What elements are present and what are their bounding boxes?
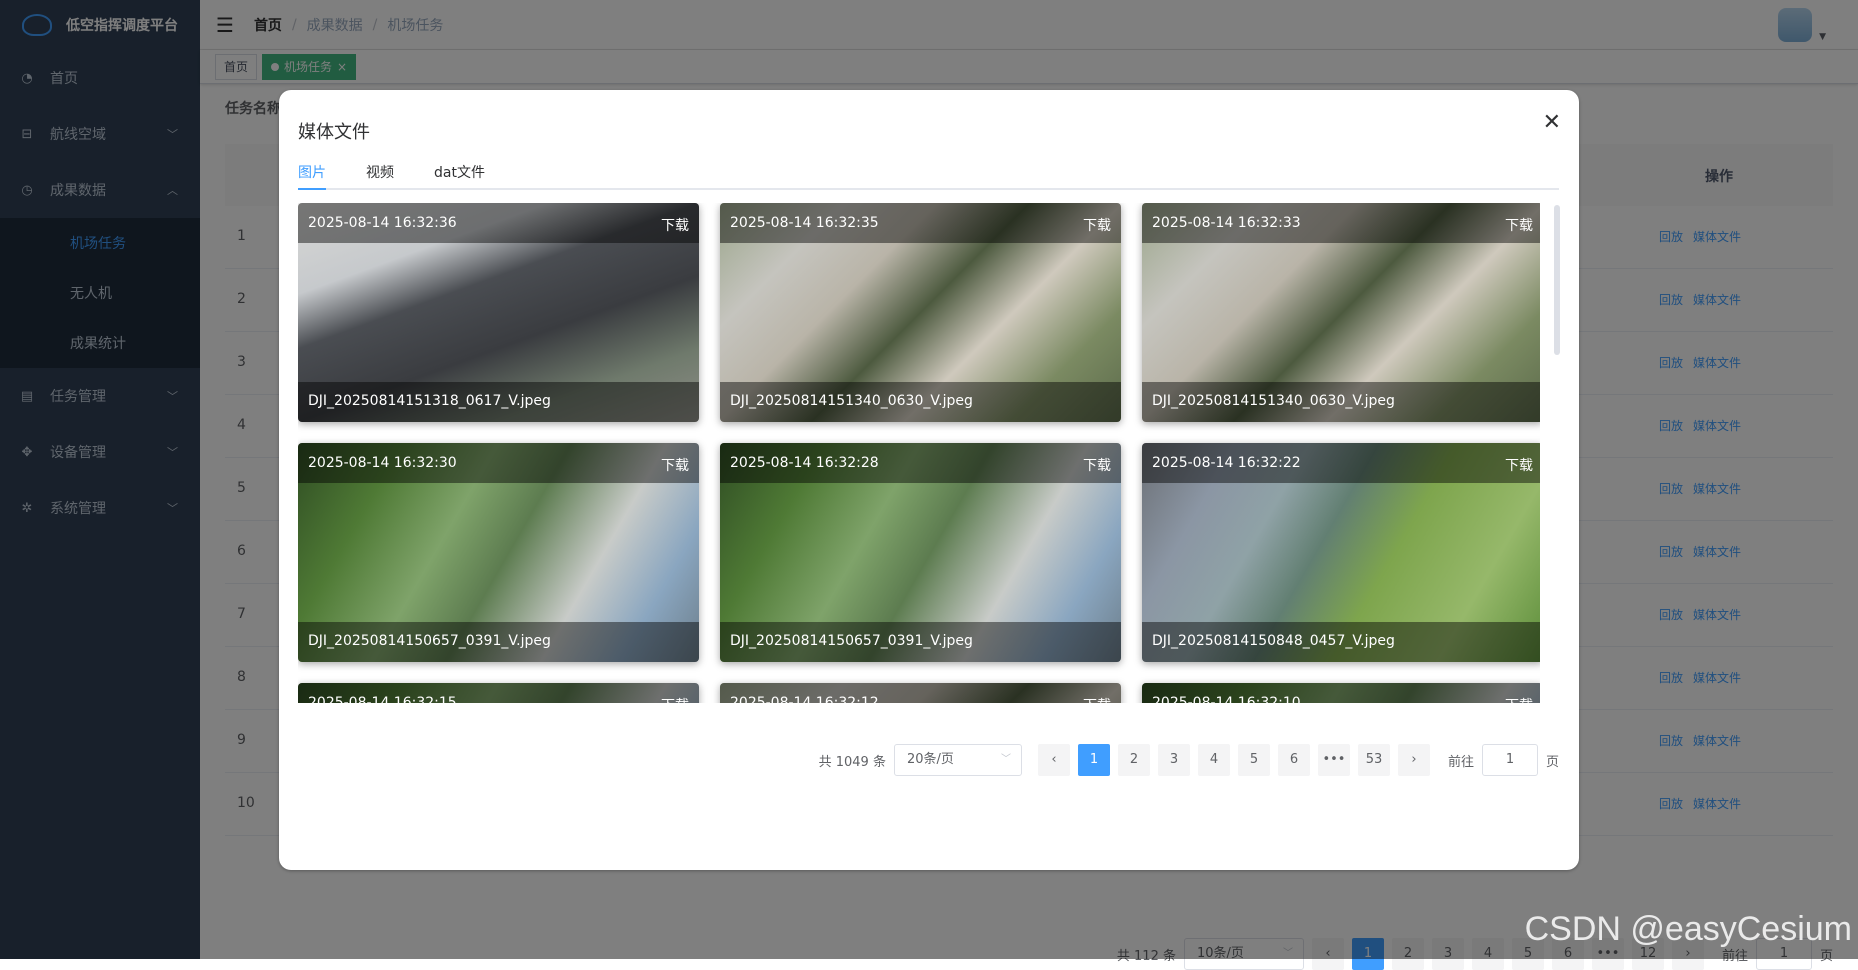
page-button[interactable]: 1 bbox=[1078, 744, 1110, 776]
page-button[interactable]: 6 bbox=[1278, 744, 1310, 776]
media-card[interactable]: 2025-08-14 16:32:33 下载 DJI_20250814151340_… bbox=[1142, 203, 1540, 422]
page-button[interactable]: 3 bbox=[1158, 744, 1190, 776]
card-header: 2025-08-14 16:32:36 bbox=[298, 203, 699, 243]
tab-videos[interactable]: 视频 bbox=[366, 162, 394, 182]
chevron-down-icon: ﹀ bbox=[1001, 745, 1011, 775]
pagination-total: 共 1049 条 bbox=[819, 751, 886, 770]
file-name: DJI_20250814151318_0617_V.jpeg bbox=[308, 393, 551, 409]
card-footer: DJI_20250814151340_0630_V.jpeg bbox=[720, 382, 1121, 422]
capture-time: 2025-08-14 16:32:10 bbox=[1152, 695, 1301, 703]
card-header: 2025-08-14 16:32:28 bbox=[720, 443, 1121, 483]
scrollbar[interactable] bbox=[1554, 205, 1560, 355]
card-header: 2025-08-14 16:32:22 bbox=[1142, 443, 1540, 483]
goto-page-input[interactable]: 1 bbox=[1482, 744, 1538, 776]
page-button[interactable]: 2 bbox=[1118, 744, 1150, 776]
page-size-select[interactable]: 20条/页 ﹀ bbox=[894, 744, 1022, 776]
card-footer: DJI_20250814150657_0391_V.jpeg bbox=[720, 622, 1121, 662]
next-page-button[interactable]: › bbox=[1398, 744, 1430, 776]
download-button[interactable]: 下载 bbox=[1505, 215, 1533, 235]
prev-page-button[interactable]: ‹ bbox=[1038, 744, 1070, 776]
media-card[interactable]: 2025-08-14 16:32:28 下载 DJI_20250814150657_… bbox=[720, 443, 1121, 662]
download-button[interactable]: 下载 bbox=[1505, 455, 1533, 475]
card-footer: DJI_20250814150657_0391_V.jpeg bbox=[298, 622, 699, 662]
download-button[interactable]: 下载 bbox=[661, 455, 689, 475]
media-card[interactable]: 2025-08-14 16:32:36 下载 DJI_20250814151318_… bbox=[298, 203, 699, 422]
page-button[interactable]: 4 bbox=[1198, 744, 1230, 776]
page-button[interactable]: 53 bbox=[1358, 744, 1390, 776]
capture-time: 2025-08-14 16:32:15 bbox=[308, 695, 457, 703]
media-tabs: 图片 视频 dat文件 bbox=[298, 154, 1559, 190]
capture-time: 2025-08-14 16:32:35 bbox=[730, 215, 879, 231]
card-header: 2025-08-14 16:32:33 bbox=[1142, 203, 1540, 243]
goto-label: 前往 bbox=[1448, 751, 1474, 770]
card-footer: DJI_20250814150848_0457_V.jpeg bbox=[1142, 622, 1540, 662]
tab-active-indicator bbox=[298, 188, 326, 190]
media-card[interactable]: 2025-08-14 16:32:12 下载 bbox=[720, 683, 1121, 703]
dialog-pagination: 共 1049 条 20条/页 ﹀ ‹ 1 2 3 4 5 6 ••• 53 › 前… bbox=[819, 744, 1559, 776]
close-icon[interactable]: ✕ bbox=[1543, 112, 1561, 134]
file-name: DJI_20250814150657_0391_V.jpeg bbox=[308, 633, 551, 649]
more-pages-button[interactable]: ••• bbox=[1318, 744, 1350, 776]
media-card[interactable]: 2025-08-14 16:32:35 下载 DJI_20250814151340_… bbox=[720, 203, 1121, 422]
download-button[interactable]: 下载 bbox=[1505, 695, 1533, 703]
tab-images[interactable]: 图片 bbox=[298, 162, 326, 182]
download-button[interactable]: 下载 bbox=[661, 215, 689, 235]
media-card[interactable]: 2025-08-14 16:32:10 下载 bbox=[1142, 683, 1540, 703]
capture-time: 2025-08-14 16:32:22 bbox=[1152, 455, 1301, 471]
media-card[interactable]: 2025-08-14 16:32:22 下载 DJI_20250814150848_… bbox=[1142, 443, 1540, 662]
file-name: DJI_20250814150657_0391_V.jpeg bbox=[730, 633, 973, 649]
page-button[interactable]: 5 bbox=[1238, 744, 1270, 776]
media-files-dialog: 媒体文件 ✕ 图片 视频 dat文件 2025-08-14 16:32:36 下载… bbox=[279, 90, 1579, 870]
card-header: 2025-08-14 16:32:15 bbox=[298, 683, 699, 703]
file-name: DJI_20250814151340_0630_V.jpeg bbox=[1152, 393, 1395, 409]
file-name: DJI_20250814150848_0457_V.jpeg bbox=[1152, 633, 1395, 649]
download-button[interactable]: 下载 bbox=[1083, 215, 1111, 235]
card-footer: DJI_20250814151318_0617_V.jpeg bbox=[298, 382, 699, 422]
page-size-value: 20条/页 bbox=[907, 752, 954, 767]
watermark: CSDN @easyCesium bbox=[1525, 910, 1852, 949]
download-button[interactable]: 下载 bbox=[1083, 695, 1111, 703]
card-header: 2025-08-14 16:32:12 bbox=[720, 683, 1121, 703]
file-name: DJI_20250814151340_0630_V.jpeg bbox=[730, 393, 973, 409]
download-button[interactable]: 下载 bbox=[661, 695, 689, 703]
dialog-title: 媒体文件 bbox=[298, 118, 370, 144]
page-suffix: 页 bbox=[1546, 751, 1559, 770]
capture-time: 2025-08-14 16:32:33 bbox=[1152, 215, 1301, 231]
card-footer: DJI_20250814151340_0630_V.jpeg bbox=[1142, 382, 1540, 422]
card-header: 2025-08-14 16:32:35 bbox=[720, 203, 1121, 243]
capture-time: 2025-08-14 16:32:12 bbox=[730, 695, 879, 703]
media-card[interactable]: 2025-08-14 16:32:15 下载 bbox=[298, 683, 699, 703]
media-grid: 2025-08-14 16:32:36 下载 DJI_20250814151318_… bbox=[298, 203, 1540, 703]
capture-time: 2025-08-14 16:32:36 bbox=[308, 215, 457, 231]
media-card[interactable]: 2025-08-14 16:32:30 下载 DJI_20250814150657_… bbox=[298, 443, 699, 662]
tab-dat-files[interactable]: dat文件 bbox=[434, 162, 485, 182]
capture-time: 2025-08-14 16:32:30 bbox=[308, 455, 457, 471]
capture-time: 2025-08-14 16:32:28 bbox=[730, 455, 879, 471]
card-header: 2025-08-14 16:32:10 bbox=[1142, 683, 1540, 703]
card-header: 2025-08-14 16:32:30 bbox=[298, 443, 699, 483]
download-button[interactable]: 下载 bbox=[1083, 455, 1111, 475]
